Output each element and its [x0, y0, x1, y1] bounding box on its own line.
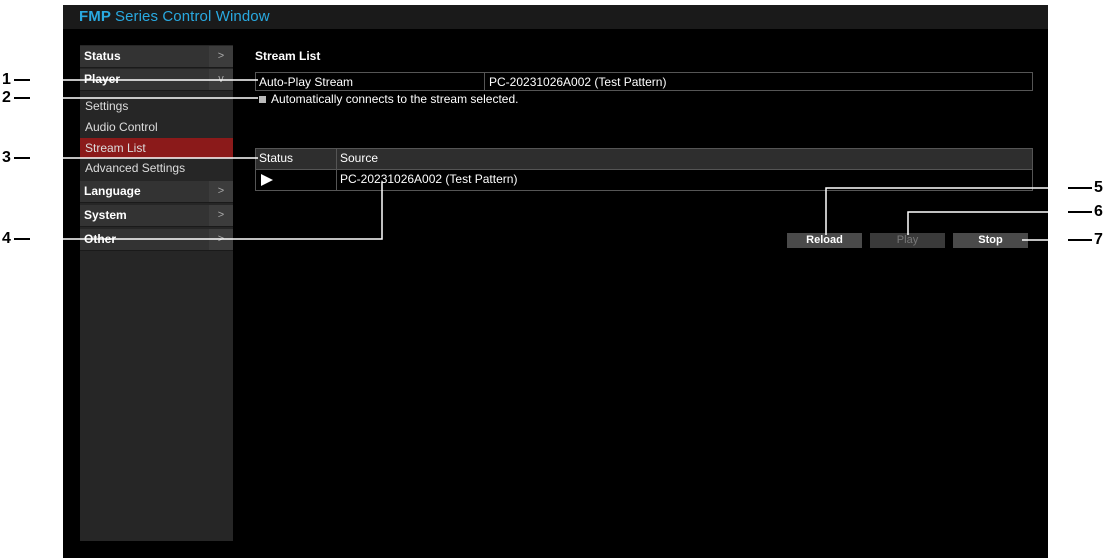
callout-4: 4 [2, 230, 11, 247]
callout-2: 2 [2, 89, 11, 106]
callout-3: 3 [2, 149, 11, 166]
callout-1: 1 [2, 71, 11, 88]
callout-6: 6 [1094, 203, 1103, 220]
callout-7: 7 [1094, 231, 1103, 248]
callout-5: 5 [1094, 179, 1103, 196]
callout-lines [14, 79, 1092, 241]
